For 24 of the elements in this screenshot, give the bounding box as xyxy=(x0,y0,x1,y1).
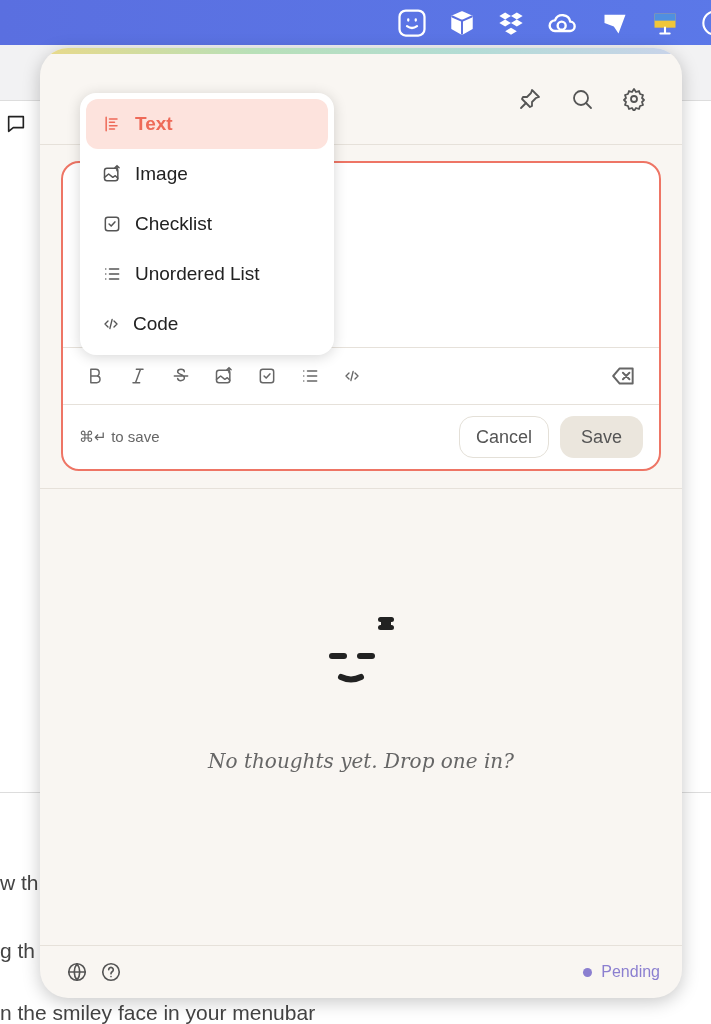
shortcut-hint: ⌘↵ to save xyxy=(79,428,161,446)
menu-item[interactable]: Unordered List xyxy=(86,249,328,299)
checkbox-icon[interactable] xyxy=(257,366,277,386)
image-icon xyxy=(102,164,122,184)
cube-icon[interactable] xyxy=(449,9,475,36)
status-label: Pending xyxy=(601,963,660,981)
instruction-text: w th xyxy=(0,871,40,895)
instruction-text: g th xyxy=(0,939,37,963)
image-upload-icon[interactable] xyxy=(214,366,234,386)
menu-item[interactable]: Image xyxy=(86,149,328,199)
checkbox-icon xyxy=(102,214,122,234)
globe-icon[interactable] xyxy=(66,961,88,983)
pin-icon[interactable] xyxy=(518,87,542,111)
search-icon[interactable] xyxy=(570,87,594,111)
menu-item[interactable]: Checklist xyxy=(86,199,328,249)
cancel-button[interactable]: Cancel xyxy=(458,416,549,458)
help-icon[interactable] xyxy=(100,961,122,983)
instruction-text: n the smiley face in your menubar xyxy=(0,1001,317,1024)
comment-icon[interactable] xyxy=(5,113,27,135)
settings-icon[interactable] xyxy=(622,87,646,111)
save-button[interactable]: Save xyxy=(559,416,643,458)
smiley-face-icon[interactable] xyxy=(397,7,427,38)
empty-state-message: No thoughts yet. Drop one in? xyxy=(208,749,514,773)
menu-item[interactable]: Code xyxy=(86,299,328,349)
